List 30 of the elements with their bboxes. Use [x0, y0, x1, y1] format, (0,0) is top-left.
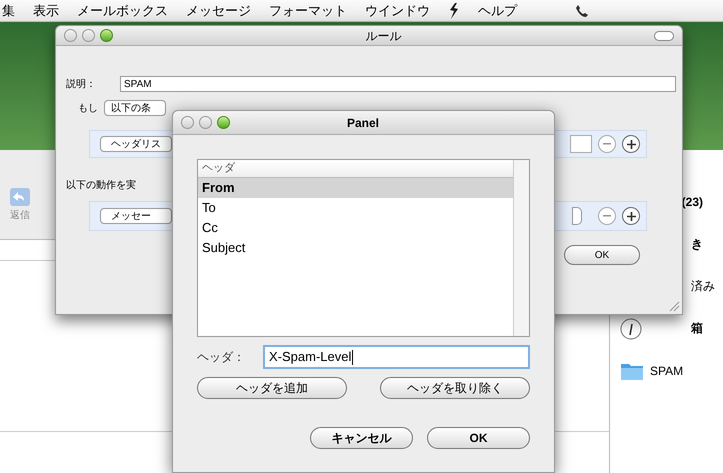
menu-item[interactable]: ウインドウ: [365, 0, 430, 20]
menu-item[interactable]: 表示: [33, 0, 59, 20]
menu-item[interactable]: 集: [2, 0, 15, 20]
menu-item[interactable]: メッセージ: [186, 0, 251, 20]
panel-button[interactable]: ヘッダを取り除く: [380, 377, 530, 399]
description-field[interactable]: SPAM: [120, 76, 676, 92]
description-label: 説明：: [66, 78, 97, 92]
mailbox-label[interactable]: (23): [682, 193, 723, 211]
list-row[interactable]: From: [198, 178, 513, 198]
mailbox-label[interactable]: き: [691, 235, 723, 253]
window-title: ルール: [364, 28, 402, 44]
mailbox-label[interactable]: 箱: [691, 319, 723, 337]
actions-label: 以下の動作を実: [66, 178, 136, 193]
if-label: もし: [78, 102, 98, 116]
ok-button[interactable]: OK: [564, 245, 640, 265]
action-popup[interactable]: メッセー: [100, 208, 172, 224]
window-title: Panel: [346, 114, 380, 132]
menu-item[interactable]: フォーマット: [269, 0, 347, 20]
panel-button[interactable]: ヘッダを追加: [197, 377, 347, 399]
menu-item[interactable]: ヘルプ: [478, 0, 517, 20]
header-label: ヘッダ：: [197, 349, 246, 366]
dialog-button[interactable]: キャンセル: [310, 427, 413, 449]
column-header[interactable]: ヘッダ: [198, 160, 513, 178]
mailbox-label[interactable]: 済み: [691, 277, 715, 295]
header-field[interactable]: X-Spam-Level: [263, 345, 530, 369]
mailbox-label[interactable]: SPAM: [650, 362, 684, 380]
menu-item[interactable]: メールボックス: [77, 0, 168, 20]
header-popup[interactable]: ヘッダリス: [100, 136, 172, 152]
condition-popup[interactable]: 以下の条: [104, 100, 166, 116]
dialog-button[interactable]: OK: [427, 427, 530, 449]
